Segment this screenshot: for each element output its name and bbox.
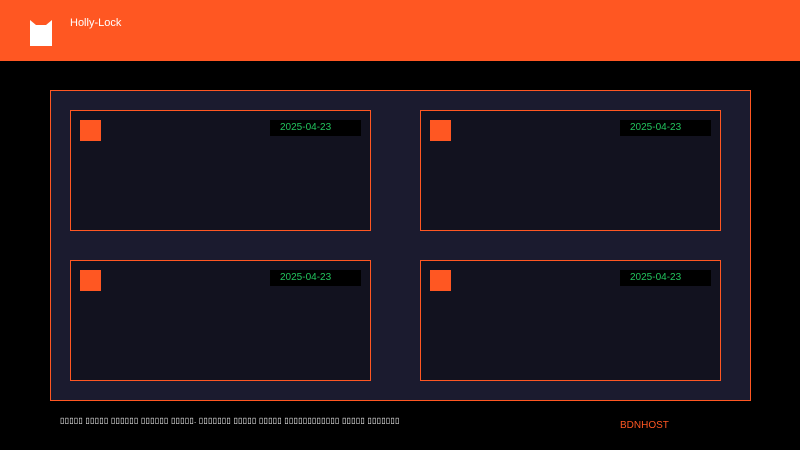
top-header-bar: Holly-Lock [0,0,800,61]
card-date: 2025-04-23 [270,270,361,286]
card-date: 2025-04-23 [620,270,711,286]
orange-square-icon [80,270,101,291]
orange-square-icon [80,120,101,141]
orange-square-icon [430,270,451,291]
footer-text: ▯▯▯▯▯ ▯▯▯▯▯ ▯▯▯▯▯▯ ▯▯▯▯▯▯ ▯▯▯▯▯. ▯▯▯▯▯▯▯… [60,416,400,425]
orange-square-icon [430,120,451,141]
card-date: 2025-04-23 [620,120,711,136]
card-2[interactable]: 2025-04-23 [420,110,721,231]
cards-panel: 2025-04-23 2025-04-23 2025-04-23 2025-04… [50,90,751,401]
card-3[interactable]: 2025-04-23 [70,260,371,381]
card-date: 2025-04-23 [270,120,361,136]
cat-logo-icon[interactable] [30,20,52,46]
app-title: Holly-Lock [70,17,122,29]
card-4[interactable]: 2025-04-23 [420,260,721,381]
card-1[interactable]: 2025-04-23 [70,110,371,231]
footer-brand-link[interactable]: BDNHOST [620,420,669,432]
